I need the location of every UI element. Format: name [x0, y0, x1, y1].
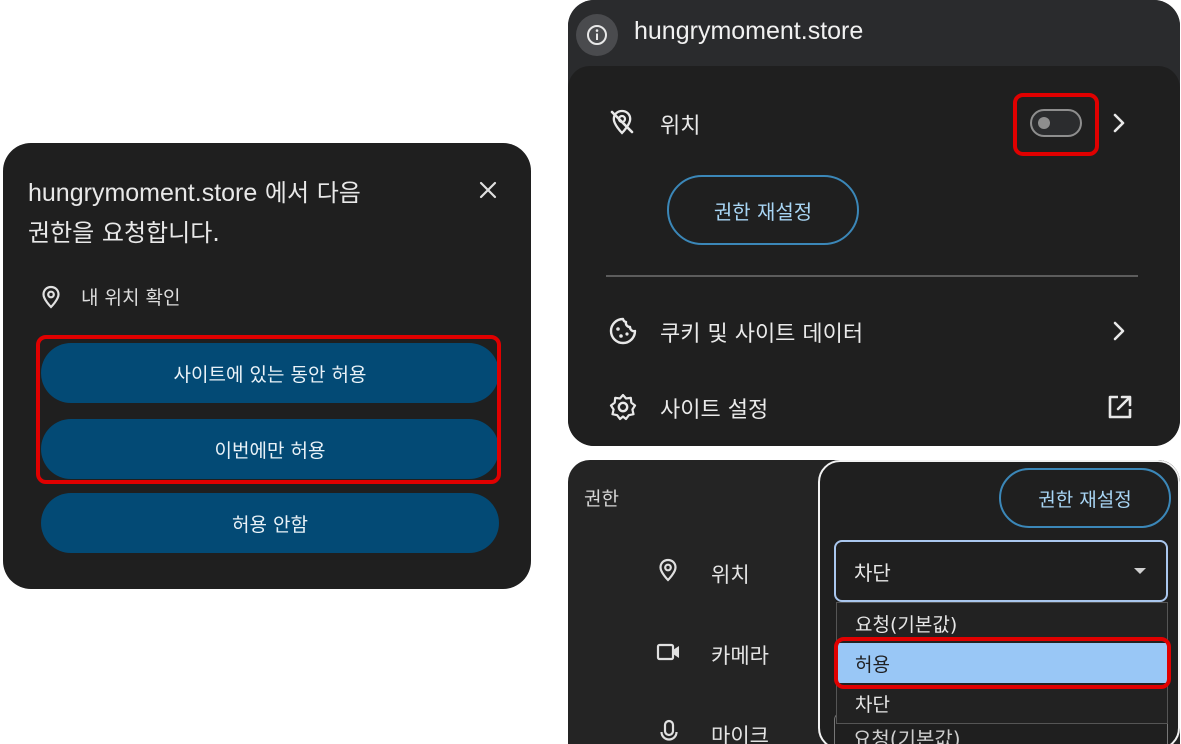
site-settings-permissions: 권한 위치 카메라 마이크 권한 재설정 차단 요청(기본값) 요청(기본값) …	[568, 460, 1180, 744]
camera-row-label: 카메라	[711, 644, 769, 668]
microphone-icon	[660, 719, 678, 741]
site-panel-header: hungrymoment.store	[568, 0, 1180, 68]
permission-row: 내 위치 확인	[41, 283, 180, 310]
close-icon	[479, 181, 497, 199]
reset-permissions-button[interactable]: 권한 재설정	[999, 468, 1171, 528]
prompt-host: hungrymoment.store	[28, 179, 258, 207]
info-icon[interactable]	[576, 14, 618, 56]
site-host: hungrymoment.store	[634, 17, 864, 45]
option-ask-default[interactable]: 요청(기본값)	[837, 603, 1167, 643]
location-permission-select[interactable]: 차단	[834, 540, 1168, 602]
permission-label: 내 위치 확인	[81, 287, 181, 309]
location-label: 위치	[660, 114, 701, 139]
camera-icon	[656, 643, 679, 661]
cookie-icon	[609, 317, 637, 345]
site-settings-label[interactable]: 사이트 설정	[660, 392, 768, 424]
location-pin-icon	[42, 285, 60, 309]
location-select-value: 차단	[854, 560, 891, 585]
prompt-title-suffix: 에서 다음	[264, 179, 361, 207]
location-row-label: 위치	[711, 563, 750, 587]
cookies-label[interactable]: 쿠키 및 사이트 데이터	[660, 316, 863, 348]
gear-icon	[609, 393, 637, 421]
divider	[606, 275, 1138, 277]
allow-this-time-button[interactable]: 이번에만 허용	[41, 419, 499, 479]
permissions-section-title: 권한	[584, 488, 619, 510]
dropdown-caret-icon	[1134, 568, 1146, 574]
info-glyph	[587, 25, 607, 45]
prompt-title-line2: 권한을 요청합니다.	[28, 219, 220, 247]
open-external-icon[interactable]	[1106, 393, 1134, 421]
location-permission-dropdown: 요청(기본값) 허용 차단	[836, 602, 1168, 724]
site-panel-body: 위치 권한 재설정 쿠키 및 사이트 데이터 사이트 설정	[568, 66, 1180, 446]
location-off-icon	[610, 109, 634, 135]
chevron-right-icon[interactable]	[1112, 112, 1126, 134]
option-allow[interactable]: 허용	[837, 643, 1167, 683]
option-block[interactable]: 차단	[837, 683, 1167, 723]
allow-while-visiting-button[interactable]: 사이트에 있는 동안 허용	[41, 343, 499, 403]
reset-permissions-button[interactable]: 권한 재설정	[667, 175, 859, 245]
site-info-panel: hungrymoment.store 위치 권한 재설정 쿠키 및 사이트 데이…	[568, 0, 1180, 446]
location-toggle[interactable]	[1030, 109, 1082, 137]
chevron-right-icon[interactable]	[1112, 320, 1126, 342]
microphone-row-label: 마이크	[711, 724, 769, 744]
prompt-title: hungrymoment.store 에서 다음 권한을 요청합니다.	[28, 173, 448, 253]
microphone-select-value: 요청(기본값)	[853, 726, 961, 744]
close-button[interactable]	[471, 173, 505, 207]
location-pin-icon	[659, 558, 677, 582]
permission-prompt-dialog: hungrymoment.store 에서 다음 권한을 요청합니다. 내 위치…	[3, 143, 531, 589]
toggle-knob	[1038, 117, 1050, 129]
deny-button[interactable]: 허용 안함	[41, 493, 499, 553]
